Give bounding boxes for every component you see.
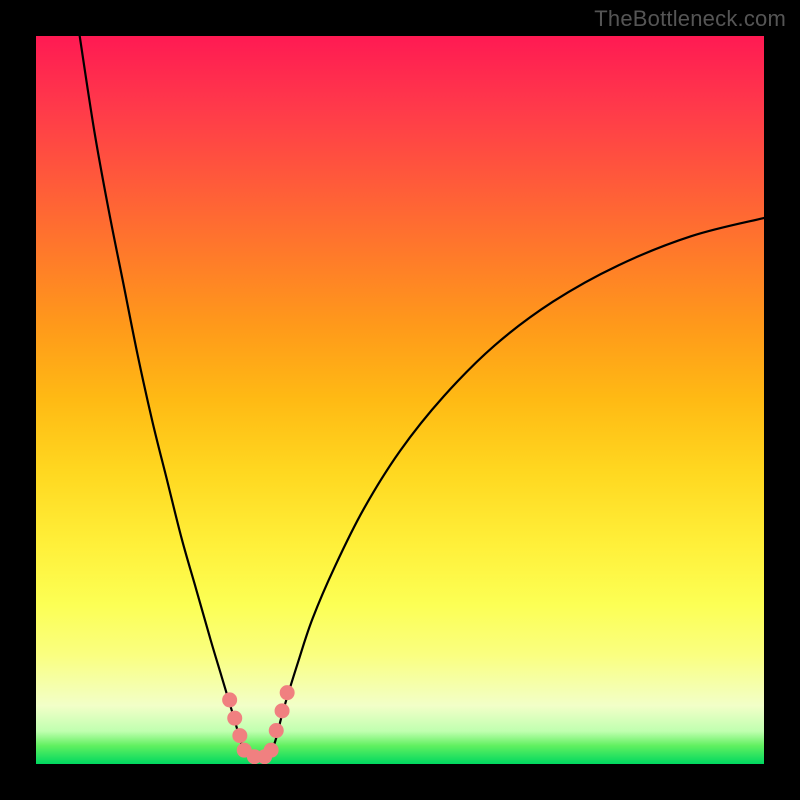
curve-marker xyxy=(223,693,237,707)
curve-markers xyxy=(223,686,295,764)
curve-group xyxy=(80,36,764,758)
curve-marker xyxy=(280,686,294,700)
curve-marker xyxy=(228,711,242,725)
curve-right-branch xyxy=(270,218,764,755)
curve-marker xyxy=(269,724,283,738)
chart-frame: TheBottleneck.com xyxy=(0,0,800,800)
watermark-text: TheBottleneck.com xyxy=(594,6,786,32)
plot-area xyxy=(36,36,764,764)
bottleneck-curve-svg xyxy=(36,36,764,764)
curve-left-branch xyxy=(80,36,245,755)
curve-marker xyxy=(264,743,278,757)
curve-marker xyxy=(233,729,247,743)
curve-marker xyxy=(275,704,289,718)
